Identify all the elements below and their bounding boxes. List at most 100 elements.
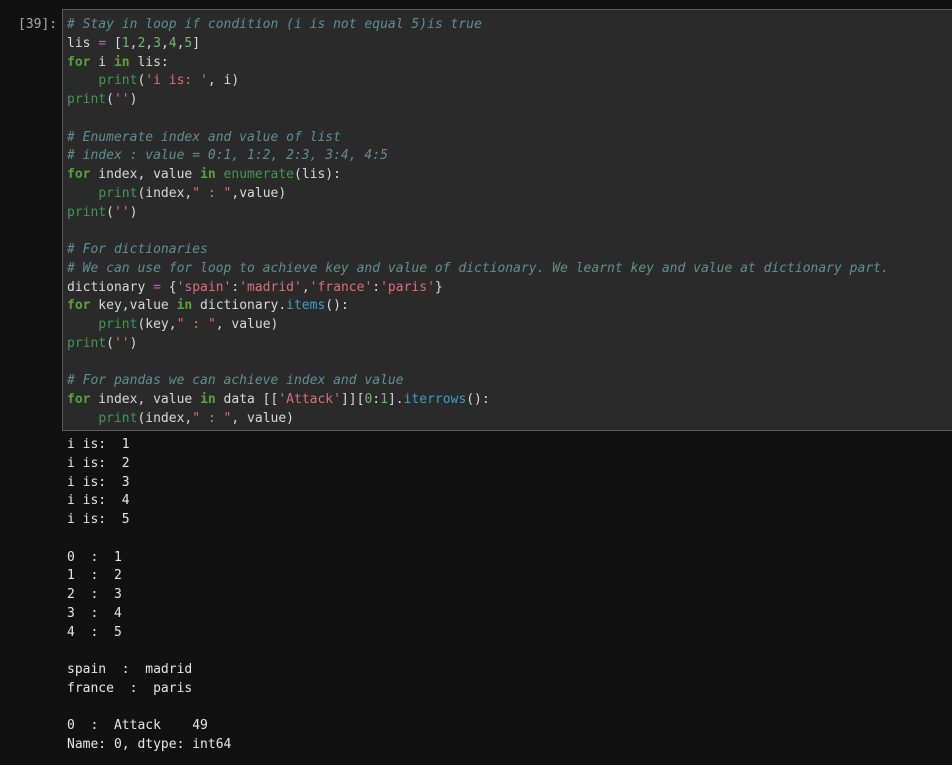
code-token: # Stay in loop if condition (i is not eq… — [67, 17, 482, 32]
output-line: Name: 0, dtype: int64 — [67, 737, 232, 752]
code-line: lis = [1,2,3,4,5] — [67, 35, 952, 54]
code-line: # We can use for loop to achieve key and… — [67, 260, 952, 279]
code-line: print('') — [67, 335, 952, 354]
code-token: ) — [129, 204, 138, 220]
code-token: '' — [113, 204, 130, 220]
code-token: # index : value = 0:1, 1:2, 2:3, 3:4, 4:… — [67, 148, 388, 164]
code-token: index, value — [90, 167, 201, 182]
code-token: 3 — [153, 35, 161, 51]
code-token: [ — [106, 35, 122, 51]
code-token: ( — [106, 335, 114, 351]
output-line: i is: 2 — [67, 455, 130, 471]
code-token: for — [67, 298, 91, 314]
code-line: print('') — [67, 91, 952, 110]
code-token: ) — [129, 335, 138, 351]
code-token: " : " — [192, 410, 232, 426]
code-token: in — [200, 167, 216, 182]
code-token: print — [98, 185, 138, 201]
code-token: # Enumerate index and value of list — [67, 129, 341, 145]
code-token: (): — [325, 298, 349, 314]
code-token: in — [200, 392, 216, 407]
output-line: i is: 3 — [67, 474, 130, 490]
output-line: france : paris — [67, 680, 193, 696]
code-token: : — [372, 279, 381, 295]
code-line: for i in lis: — [67, 54, 952, 73]
code-token: '' — [113, 335, 130, 351]
code-token: key,value — [90, 298, 177, 314]
code-token: iterrows — [403, 392, 467, 407]
code-token: , i) — [207, 73, 240, 89]
code-token: = — [98, 35, 107, 51]
code-token: 4 — [168, 35, 177, 51]
code-token: (index, — [137, 185, 193, 201]
code-token: items — [286, 298, 326, 314]
code-token: print — [98, 317, 138, 332]
output-line: spain : madrid — [67, 662, 193, 677]
code-token: lis: — [129, 54, 169, 70]
code-line: # Enumerate index and value of list — [67, 129, 952, 148]
code-token: i — [90, 54, 114, 70]
code-line: # For pandas we can achieve index and va… — [67, 372, 952, 391]
output-line: 3 : 4 — [67, 605, 122, 621]
code-token: print — [67, 335, 107, 351]
code-token: for — [67, 167, 91, 182]
code-token: data [[ — [215, 392, 279, 407]
code-token: (): — [466, 392, 490, 407]
code-token: dictionary. — [192, 298, 287, 314]
code-token: , — [301, 279, 310, 295]
code-token: ) — [129, 92, 138, 107]
code-line: # For dictionaries — [67, 241, 952, 260]
code-token: print — [67, 92, 107, 107]
output-line: 1 : 2 — [67, 568, 122, 584]
code-token: , value) — [231, 410, 295, 426]
code-line: # Stay in loop if condition (i is not eq… — [67, 16, 952, 35]
code-line: for index, value in enumerate(lis): — [67, 166, 952, 185]
code-token: # For pandas we can achieve index and va… — [67, 373, 404, 389]
code-line: for key,value in dictionary.items(): — [67, 297, 952, 316]
output-line: 2 : 3 — [67, 587, 122, 602]
code-token: ( — [106, 204, 114, 220]
code-token: 'i is: ' — [145, 73, 208, 89]
code-token: ]. — [387, 392, 404, 407]
code-token: for — [67, 54, 91, 70]
code-token: dictionary — [67, 279, 154, 295]
code-token: " : " — [176, 317, 216, 332]
code-token: (lis): — [294, 167, 341, 182]
code-token: (key, — [137, 317, 177, 332]
code-token: : — [372, 392, 381, 407]
output-line: i is: 5 — [67, 512, 130, 527]
code-line: print(key," : ", value) — [67, 316, 952, 335]
code-token: '' — [113, 92, 130, 107]
code-cell-input[interactable]: # Stay in loop if condition (i is not eq… — [62, 9, 952, 431]
cell-output-area: i is: 1 i is: 2 i is: 3 i is: 4 i is: 5 0 : 1… — [67, 436, 231, 755]
code-token: ]][ — [340, 392, 365, 407]
code-line: for index, value in data [['Attack']][0:… — [67, 391, 952, 410]
execution-count-prompt: [39]: — [18, 17, 58, 32]
code-line: print(index," : ",value) — [67, 185, 952, 204]
code-token: lis — [67, 35, 99, 51]
output-line: 0 : 1 — [67, 549, 122, 565]
code-token: # We can use for loop to achieve key and… — [67, 260, 889, 276]
code-token: , value) — [215, 317, 279, 332]
output-line: 4 : 5 — [67, 624, 122, 640]
code-token: " : " — [192, 185, 232, 201]
code-token: enumerate — [223, 167, 294, 182]
output-line: i is: 1 — [67, 437, 130, 452]
code-token: 'paris' — [380, 279, 435, 295]
code-token: 'madrid' — [239, 279, 302, 295]
code-token: ] — [192, 35, 201, 51]
code-token: , — [160, 35, 169, 51]
output-line: 0 : Attack 49 — [67, 718, 208, 734]
code-token: print — [98, 410, 138, 426]
code-token: , — [145, 35, 154, 51]
code-token: ( — [106, 92, 114, 107]
code-token: { — [160, 279, 177, 295]
